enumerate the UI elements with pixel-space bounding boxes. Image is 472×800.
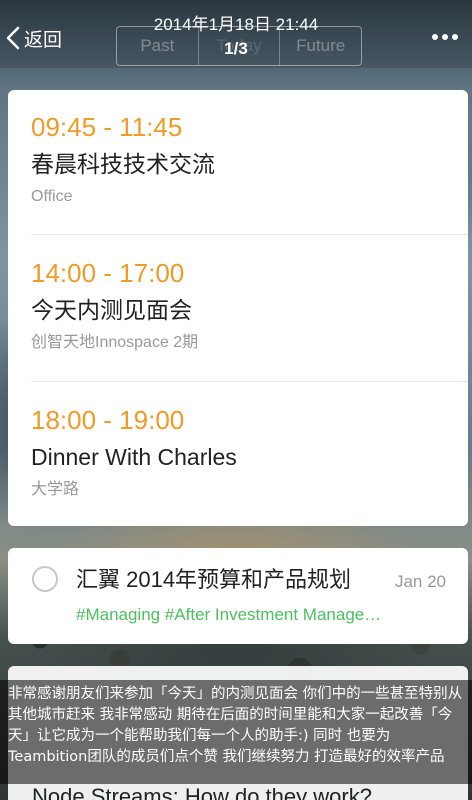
page-indicator: 1/3: [224, 39, 248, 58]
schedule-card: 09:45 - 11:45 春晨科技技术交流 Office 14:00 - 17…: [8, 90, 468, 526]
top-bar: 返回 Past Today Future 2014年1月18日 21:44 1/…: [0, 0, 472, 68]
dot: [452, 34, 458, 40]
more-dots-icon[interactable]: [432, 34, 458, 40]
event-location: 创智天地Innospace 2期: [31, 334, 199, 351]
event-item[interactable]: 18:00 - 19:00 Dinner With Charles 大学路: [8, 383, 468, 526]
event-item[interactable]: 09:45 - 11:45 春晨科技技术交流 Office: [8, 90, 468, 236]
event-time: 14:00 - 17:00: [31, 258, 185, 288]
divider: [31, 234, 468, 235]
task-title: 汇翼 2014年预算和产品规划: [76, 567, 352, 592]
task-checkbox[interactable]: [32, 566, 58, 592]
event-location: Office: [31, 188, 73, 205]
event-title: 今天内测见面会: [31, 297, 192, 323]
event-location: 大学路: [31, 481, 80, 498]
task-card[interactable]: 汇翼 2014年预算和产品规划 Jan 20 #Managing #After …: [8, 548, 468, 644]
task-tags: #Managing #After Investment Management: [76, 605, 386, 624]
page-title: 2014年1月18日 21:44: [153, 15, 319, 34]
caption-overlay: 非常感谢朋友们来参加「今天」的内测见面会 你们中的一些甚至特别从其他城市赶来 我…: [0, 680, 472, 784]
event-time: 09:45 - 11:45: [31, 112, 183, 142]
task-due-date: Jan 20: [394, 572, 446, 591]
dot: [432, 34, 438, 40]
next-task-title: Node Streams: How do they work?: [32, 784, 372, 800]
divider: [31, 381, 468, 382]
event-time: 18:00 - 19:00: [31, 405, 185, 435]
event-title: 春晨科技技术交流: [31, 151, 215, 177]
dot: [442, 34, 448, 40]
event-item[interactable]: 14:00 - 17:00 今天内测见面会 创智天地Innospace 2期: [8, 236, 468, 382]
event-title: Dinner With Charles: [31, 444, 237, 470]
